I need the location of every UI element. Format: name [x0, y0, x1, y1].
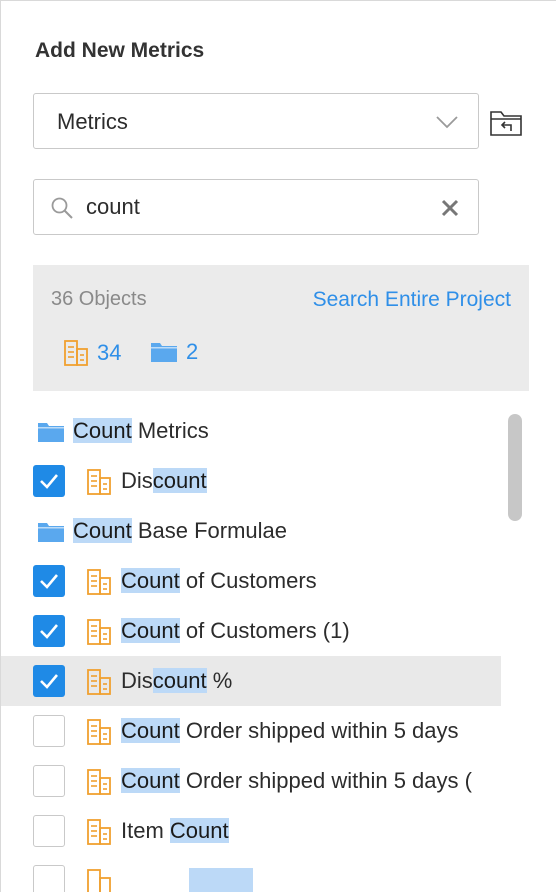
list-item-metric[interactable]: Count of Customers — [1, 556, 501, 606]
search-box — [33, 179, 479, 235]
list-item-metric[interactable]: Discount — [1, 456, 501, 506]
search-match-highlight: Count — [121, 568, 180, 593]
list-item-label: Discount — [121, 468, 207, 493]
folder-return-icon[interactable] — [489, 107, 525, 139]
list-item-folder[interactable]: Count Metrics — [1, 406, 501, 456]
search-match-highlight — [189, 868, 253, 892]
item-checkbox-unchecked[interactable] — [33, 715, 65, 747]
close-icon[interactable] — [440, 198, 460, 218]
chevron-down-icon — [436, 116, 458, 129]
list-item-label: Item Count — [121, 818, 229, 843]
search-match-highlight: count — [152, 468, 207, 493]
scrollbar-thumb[interactable] — [508, 414, 522, 521]
list-item-label: Count Order shipped within 5 days ( — [121, 768, 472, 793]
search-match-highlight: Count — [121, 618, 180, 643]
folder-icon — [38, 423, 64, 442]
metric-icon — [87, 719, 111, 745]
checkmark-icon — [40, 474, 58, 489]
search-match-highlight: Count — [121, 768, 180, 793]
folder-count: 2 — [186, 339, 199, 364]
add-metrics-panel: Add New Metrics Metrics 36 Objects Searc… — [0, 0, 556, 892]
list-item-metric[interactable]: Count of Customers (1) — [1, 606, 501, 656]
objects-count: 36 Objects — [51, 288, 147, 310]
metric-icon — [87, 619, 111, 645]
panel-title: Add New Metrics — [35, 39, 205, 62]
item-checkbox-unchecked[interactable] — [33, 815, 65, 847]
search-input[interactable] — [86, 190, 426, 224]
checkmark-icon — [40, 674, 58, 689]
metric-icon — [87, 669, 111, 695]
search-match-highlight: Count — [121, 718, 180, 743]
checkmark-icon — [40, 574, 58, 589]
list-item-metric[interactable]: Count Order shipped within 5 days — [1, 706, 501, 756]
item-checkbox-checked[interactable] — [33, 465, 65, 497]
search-match-highlight: count — [152, 668, 207, 693]
item-checkbox-checked[interactable] — [33, 565, 65, 597]
metric-icon — [87, 869, 111, 892]
list-item-metric-hovered[interactable]: Discount % — [1, 656, 501, 706]
results-list: Count Metrics Discount Count Base Formul… — [1, 406, 501, 892]
metric-icon — [64, 340, 88, 366]
item-checkbox-unchecked[interactable] — [33, 765, 65, 797]
search-match-highlight: Count — [73, 418, 132, 443]
list-item-metric[interactable]: Item Count — [1, 806, 501, 856]
metric-count: 34 — [97, 340, 122, 365]
list-item-metric[interactable]: Count Order shipped within 5 days ( — [1, 756, 501, 806]
search-entire-project-link[interactable]: Search Entire Project — [313, 288, 511, 312]
checkmark-icon — [40, 624, 58, 639]
search-match-highlight: Count — [169, 818, 229, 843]
list-item-label: Discount % — [121, 668, 233, 693]
item-checkbox-checked[interactable] — [33, 665, 65, 697]
list-item-metric-partial[interactable] — [1, 856, 501, 892]
list-item-label: Count Order shipped within 5 days — [121, 718, 459, 743]
object-type-select[interactable]: Metrics — [33, 93, 479, 149]
list-item-label: Count of Customers (1) — [121, 618, 350, 643]
results-summary: 36 Objects Search Entire Project 34 2 — [33, 265, 529, 391]
list-item-folder[interactable]: Count Base Formulae — [1, 506, 501, 556]
search-match-highlight: Count — [73, 518, 132, 543]
metric-icon — [87, 569, 111, 595]
list-item-label: Count Metrics — [73, 418, 209, 443]
object-type-select-value: Metrics — [57, 109, 128, 134]
search-icon — [51, 197, 73, 219]
folder-count-filter[interactable]: 2 — [150, 339, 198, 365]
item-checkbox-checked[interactable] — [33, 615, 65, 647]
metric-icon — [87, 469, 111, 495]
folder-icon — [38, 523, 64, 542]
list-item-label: Count Base Formulae — [73, 518, 288, 543]
list-scrollbar[interactable] — [501, 406, 529, 892]
list-item-label: Count of Customers — [121, 568, 317, 593]
metric-count-filter[interactable]: 34 — [63, 339, 121, 367]
metric-icon — [87, 819, 111, 845]
item-checkbox-unchecked[interactable] — [33, 865, 65, 892]
folder-icon — [151, 343, 177, 362]
metric-icon — [87, 769, 111, 795]
